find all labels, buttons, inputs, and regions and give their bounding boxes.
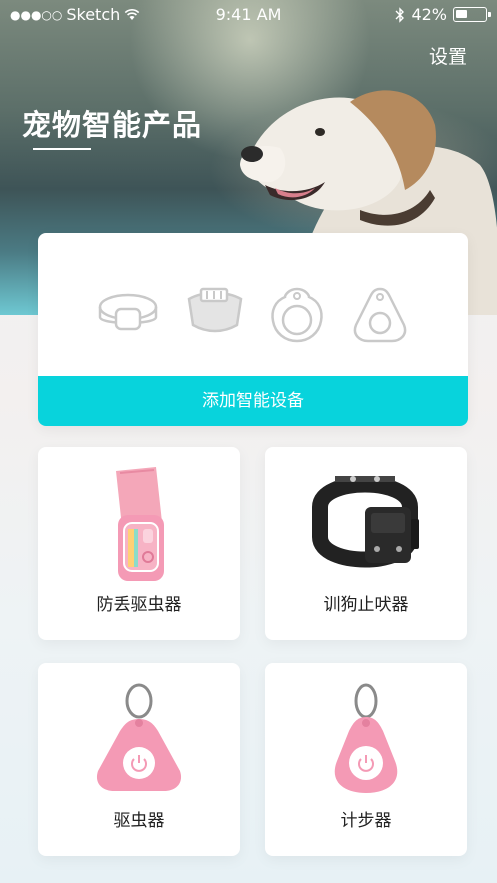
product-label: 训狗止吠器 xyxy=(323,595,409,615)
product-card-repeller[interactable]: 驱虫器 xyxy=(38,663,240,856)
battery-level xyxy=(456,10,467,18)
pink-drop-tag-icon xyxy=(334,683,398,793)
battery-percent: 42% xyxy=(411,5,447,24)
product-card-bark-collar[interactable]: 训狗止吠器 xyxy=(265,447,467,640)
drop-tag-icon xyxy=(353,287,407,343)
product-label: 驱虫器 xyxy=(113,811,165,831)
pink-triangle-tag-icon xyxy=(96,683,182,791)
status-bar: ●●●○○ Sketch 9:41 AM 42% xyxy=(0,0,497,30)
product-label: 防丢驱虫器 xyxy=(96,595,182,615)
settings-button[interactable]: 设置 xyxy=(429,42,467,69)
page-title: 宠物智能产品 xyxy=(22,108,203,142)
pink-collar-device-icon xyxy=(116,467,164,581)
title-underline xyxy=(33,148,91,150)
add-device-button[interactable]: 添加智能设备 xyxy=(38,376,468,426)
battery-icon xyxy=(453,7,491,22)
black-bark-collar-icon xyxy=(312,476,419,568)
add-device-card: 添加智能设备 xyxy=(38,233,468,426)
round-tag-icon xyxy=(271,287,323,343)
wide-collar-icon xyxy=(187,287,243,333)
product-card-pedometer[interactable]: 计步器 xyxy=(265,663,467,856)
product-card-anti-lost-repeller[interactable]: 防丢驱虫器 xyxy=(38,447,240,640)
product-label: 计步器 xyxy=(340,811,392,831)
device-icons-row xyxy=(38,285,468,345)
bluetooth-icon xyxy=(395,6,405,23)
collar-icon xyxy=(98,293,158,331)
